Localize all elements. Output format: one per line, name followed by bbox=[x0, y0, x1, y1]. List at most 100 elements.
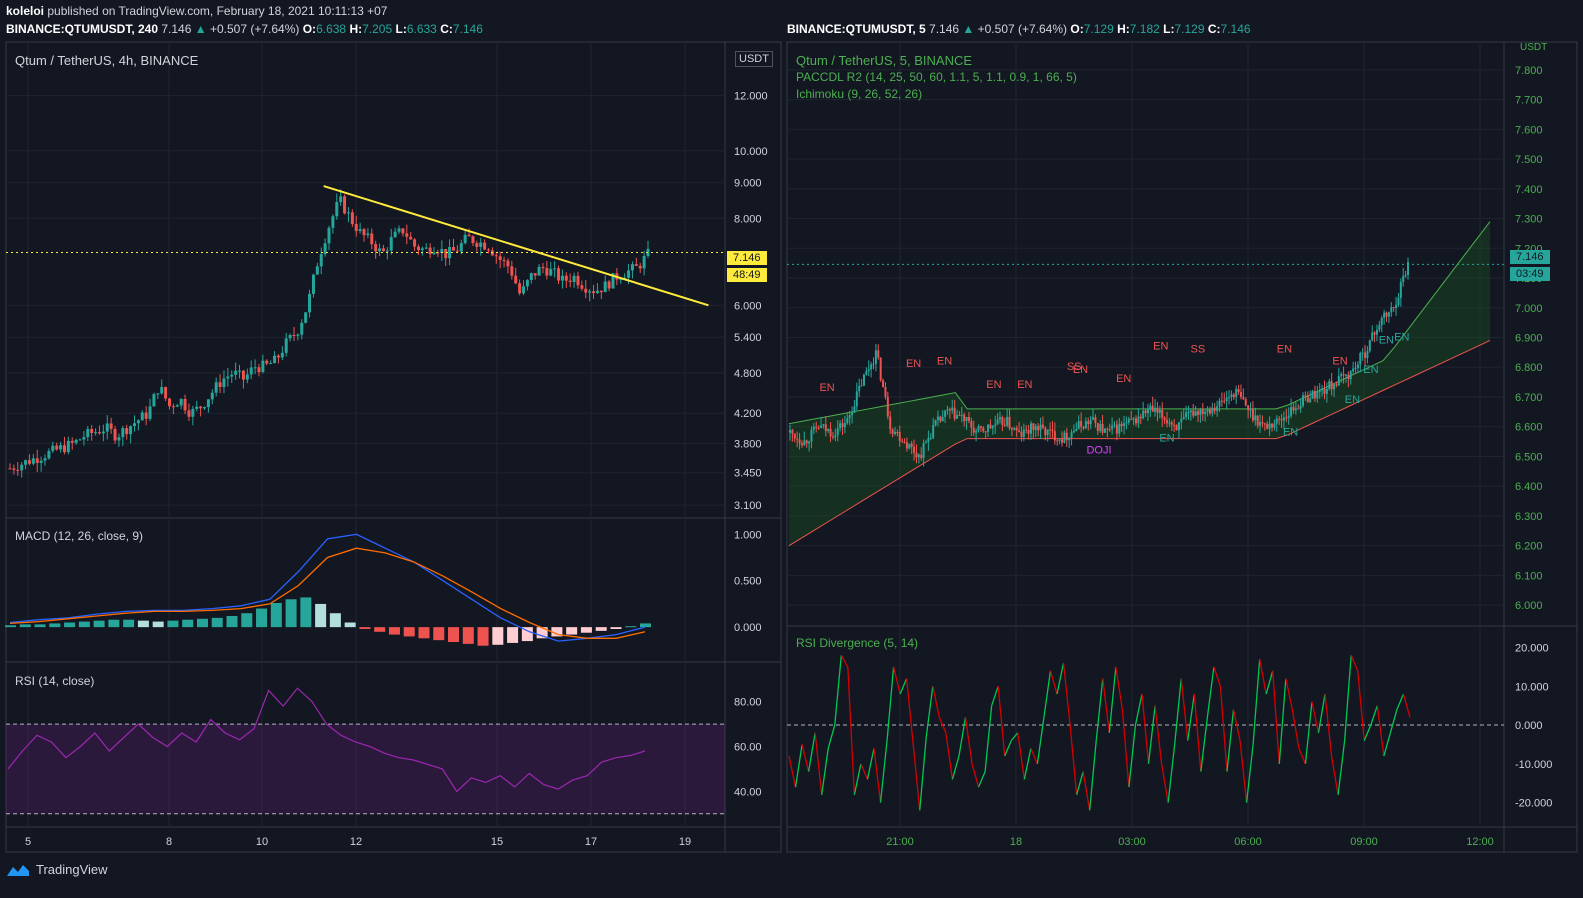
candle-body bbox=[944, 410, 947, 417]
candle-body bbox=[354, 223, 358, 232]
candle-body bbox=[953, 407, 956, 419]
candle-body bbox=[533, 273, 537, 276]
candle-body bbox=[898, 432, 901, 442]
macd-histogram-bar bbox=[211, 617, 223, 628]
candle-body bbox=[572, 275, 576, 282]
candle-body bbox=[1340, 374, 1343, 376]
macd-histogram-bar bbox=[196, 618, 208, 628]
candle-body bbox=[1034, 426, 1037, 430]
candle-body bbox=[841, 423, 844, 428]
left-currency-badge[interactable]: USDT bbox=[735, 51, 773, 67]
candle-body bbox=[951, 407, 954, 411]
macd-histogram-bar bbox=[123, 619, 135, 628]
macd-histogram-bar bbox=[108, 619, 120, 628]
left-price-tick: 5.400 bbox=[734, 332, 762, 344]
candle-body bbox=[910, 443, 913, 447]
candle-body bbox=[335, 202, 339, 217]
candle-body bbox=[810, 429, 813, 442]
left-price-tick: 9.000 bbox=[734, 178, 762, 190]
candle-body bbox=[848, 415, 851, 419]
rsi-div-segment bbox=[1108, 666, 1117, 733]
candle-body bbox=[970, 420, 973, 428]
candle-body bbox=[903, 442, 906, 444]
candle-body bbox=[226, 376, 230, 379]
candle-body bbox=[1311, 391, 1314, 399]
candle-body bbox=[405, 233, 409, 237]
footer-brand[interactable]: TradingView bbox=[6, 862, 108, 877]
macd-histogram-bar bbox=[388, 627, 400, 635]
candle-body bbox=[549, 268, 553, 276]
candle-body bbox=[1204, 411, 1207, 415]
candle-body bbox=[59, 445, 63, 450]
candle-body bbox=[1163, 417, 1166, 421]
macd-histogram-bar bbox=[19, 624, 31, 628]
rsi-div-segment bbox=[1141, 693, 1150, 764]
candle-body bbox=[867, 369, 870, 371]
candle-body bbox=[1232, 394, 1235, 397]
rsi-div-segment bbox=[1219, 686, 1228, 772]
candle-body bbox=[416, 246, 420, 251]
macd-histogram-bar bbox=[137, 620, 149, 628]
rsi-div-segment bbox=[1396, 693, 1405, 710]
macd-tick: 1.000 bbox=[734, 529, 762, 541]
candle-body bbox=[113, 428, 117, 441]
left-chart-title: Qtum / TetherUS, 4h, BINANCE bbox=[15, 53, 199, 68]
rsi-div-segment bbox=[788, 755, 797, 788]
candle-body bbox=[409, 236, 413, 240]
left-price-tick: 3.450 bbox=[734, 468, 762, 480]
rsi-div-segment bbox=[906, 678, 914, 745]
rsi-div-segment bbox=[1330, 755, 1339, 795]
candle-body bbox=[1244, 399, 1247, 406]
left-time-tick: 15 bbox=[491, 836, 503, 848]
rsi-div-segment bbox=[1291, 709, 1300, 749]
macd-histogram-bar bbox=[374, 627, 386, 632]
candle-body bbox=[74, 439, 78, 443]
candle-body bbox=[494, 255, 498, 257]
candle-body bbox=[991, 425, 994, 429]
candle-body bbox=[1134, 418, 1137, 424]
rsi-div-segment bbox=[794, 744, 803, 788]
rsi-div-segment bbox=[899, 678, 908, 695]
candle-body bbox=[475, 243, 479, 247]
candle-body bbox=[1075, 428, 1078, 432]
charts-canvas[interactable]: 3.100 3.450 3.800 4.200 4.800 5.400 6.000 8.000… bbox=[0, 0, 1583, 898]
left-time-tick: 8 bbox=[166, 836, 172, 848]
candle-body bbox=[183, 398, 187, 411]
macd-histogram-bar bbox=[610, 627, 622, 629]
candle-body bbox=[269, 363, 273, 365]
candle-body bbox=[479, 242, 483, 247]
candle-body bbox=[1144, 410, 1147, 414]
rsi-div-segment bbox=[1180, 678, 1189, 741]
candle-body bbox=[522, 286, 526, 294]
candle-body bbox=[843, 423, 846, 428]
candle-body bbox=[132, 423, 136, 427]
rsi-div-segment bbox=[1370, 705, 1378, 726]
macd-histogram-bar bbox=[359, 627, 371, 629]
rsi-div-segment bbox=[1232, 709, 1241, 741]
candle-body bbox=[164, 387, 168, 399]
macd-histogram-bar bbox=[507, 627, 519, 643]
tradingview-logo-icon bbox=[7, 864, 29, 876]
rsi-div-segment bbox=[1115, 666, 1124, 710]
candle-body bbox=[638, 265, 642, 269]
candle-body bbox=[982, 427, 985, 432]
candle-body bbox=[1058, 439, 1061, 441]
ichimoku-cloud bbox=[789, 221, 1490, 546]
candle-body bbox=[31, 458, 35, 464]
rsi-div-segment bbox=[1206, 666, 1215, 718]
candle-body bbox=[156, 393, 160, 395]
candle-body bbox=[144, 412, 148, 419]
rsi-div-segment bbox=[1167, 744, 1176, 803]
candle-body bbox=[1185, 412, 1188, 418]
candle-body bbox=[1072, 431, 1075, 433]
candle-body bbox=[1008, 416, 1011, 429]
candle-body bbox=[1208, 409, 1211, 414]
candle-body bbox=[168, 398, 171, 407]
candle-body bbox=[249, 367, 253, 375]
candle-body bbox=[206, 399, 210, 408]
candle-body bbox=[872, 363, 875, 365]
candle-body bbox=[932, 425, 935, 438]
rsi-div-segment bbox=[984, 705, 993, 772]
candle-body bbox=[343, 196, 347, 214]
candle-body bbox=[905, 442, 908, 449]
